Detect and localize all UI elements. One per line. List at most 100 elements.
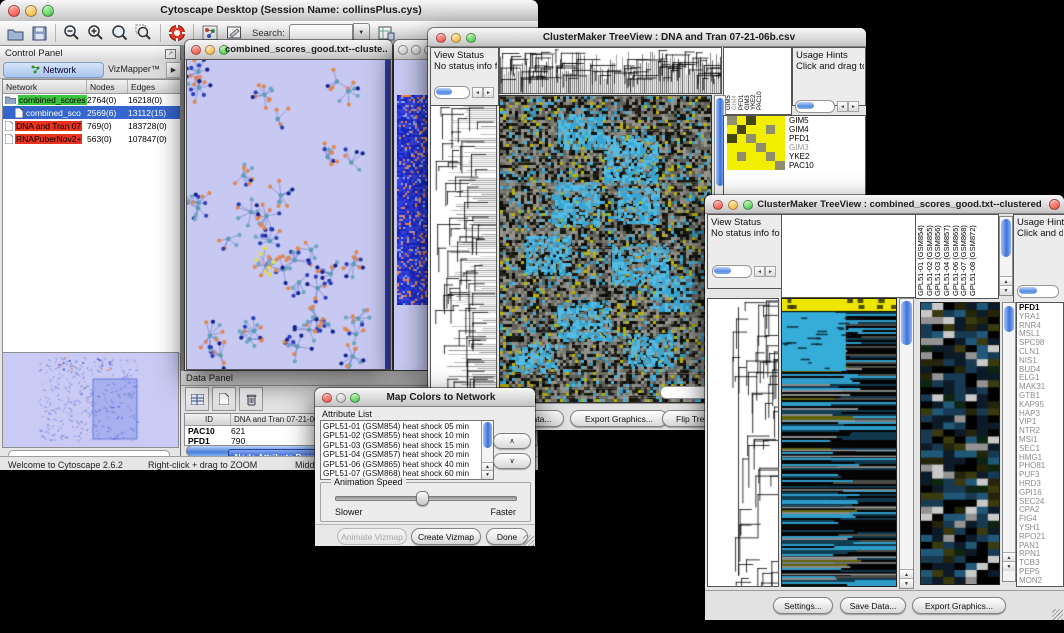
attribute-list-item[interactable]: GPL51-02 (GSM855) heat shock 10 min: [323, 431, 480, 440]
animate-vizmap-button[interactable]: Animate Vizmap: [337, 528, 407, 545]
tv2-usage-scrollbar[interactable]: [1017, 285, 1059, 298]
create-vizmap-button[interactable]: Create Vizmap: [411, 528, 481, 545]
zoom-fit-icon[interactable]: [109, 23, 131, 44]
animation-slider-thumb[interactable]: [416, 491, 429, 506]
minimize-light[interactable]: [25, 5, 37, 17]
close-light[interactable]: [436, 33, 446, 43]
treeview2-titlebar[interactable]: ClusterMaker TreeView : combined_scores_…: [705, 195, 1064, 214]
column-header-edges[interactable]: Edges: [128, 80, 180, 93]
tv1-zoom-matrix[interactable]: [727, 116, 785, 170]
new-attribute-icon[interactable]: [212, 387, 236, 411]
scroll-left-icon[interactable]: ◄: [472, 87, 483, 98]
tv1-row-dendrogram-canvas[interactable]: [431, 106, 496, 402]
close-light[interactable]: [713, 200, 723, 210]
view-status-scrollbar[interactable]: ◄►: [434, 86, 494, 99]
settings-button[interactable]: Settings...: [773, 597, 833, 614]
main-titlebar[interactable]: Cytoscape Desktop (Session Name: collins…: [0, 0, 538, 22]
tv1-column-dendrogram-canvas[interactable]: [500, 48, 721, 93]
zoom-out-icon[interactable]: [61, 23, 83, 44]
minimize-light[interactable]: [728, 200, 738, 210]
attribute-list-vscrollbar[interactable]: ▲ ▼: [481, 421, 493, 479]
network-row-combined-scores[interactable]: combined_scores 2764(0) 16218(0): [3, 93, 180, 106]
scrollbar-thumb[interactable]: [901, 301, 912, 345]
scroll-left-icon[interactable]: ◄: [754, 266, 765, 277]
float-panel-icon[interactable]: ↗: [165, 49, 176, 59]
attribute-list-item[interactable]: GPL51-06 (GSM865) heat shock 40 min: [323, 460, 480, 469]
delete-attribute-trash-icon[interactable]: [239, 387, 263, 411]
dialog-titlebar[interactable]: Map Colors to Network: [315, 388, 535, 407]
minimize-light[interactable]: [205, 45, 215, 55]
scroll-down-icon[interactable]: ▼: [1003, 561, 1015, 571]
export-graphics-button[interactable]: Export Graphics...: [570, 410, 668, 427]
network-view-vscrollbar[interactable]: [385, 60, 390, 369]
attribute-select-icon[interactable]: [185, 387, 209, 411]
column-header-nodes[interactable]: Nodes: [87, 80, 128, 93]
scroll-right-icon[interactable]: ►: [483, 87, 494, 98]
treeview1-titlebar[interactable]: ClusterMaker TreeView : DNA and Tran 07-…: [428, 28, 866, 47]
scroll-right-icon[interactable]: ►: [765, 266, 776, 277]
done-button[interactable]: Done: [486, 528, 528, 545]
scroll-left-icon[interactable]: ◄: [837, 101, 848, 112]
network-row-rnapuber[interactable]: RNAPuberNov2+ 563(0) 107847(0): [3, 132, 180, 145]
dense-network-canvas[interactable]: [397, 95, 428, 305]
network-row-selected[interactable]: combined_sco 2569(6) 13112(15): [3, 106, 180, 119]
attribute-list-item[interactable]: GPL51-03 (GSM856) heat shock 15 min: [323, 441, 480, 450]
zoom-light[interactable]: [466, 33, 476, 43]
attribute-list-item[interactable]: GPL51-01 (GSM854) heat shock 05 min: [323, 422, 480, 431]
close-light[interactable]: [191, 45, 201, 55]
zoom-in-icon[interactable]: [85, 23, 107, 44]
resize-grip[interactable]: [523, 535, 534, 546]
gene-label[interactable]: MON2: [1019, 577, 1045, 586]
tv2-top-vscrollbar[interactable]: ▲ ▼: [999, 216, 1013, 296]
resize-grip[interactable]: [1052, 609, 1063, 620]
scroll-down-icon[interactable]: ▼: [900, 578, 913, 588]
matrix-cell: [727, 152, 737, 161]
view-status-scrollbar[interactable]: ◄►: [712, 265, 776, 278]
minimize-light[interactable]: [411, 45, 421, 55]
save-data-button[interactable]: Save Data...: [840, 597, 906, 614]
scrollbar-thumb[interactable]: [1004, 306, 1014, 332]
background-network-titlebar[interactable]: [394, 40, 428, 60]
column-header-id[interactable]: ID: [185, 414, 231, 425]
scroll-down-icon[interactable]: ▼: [1000, 285, 1012, 295]
network-overview-canvas[interactable]: [3, 353, 178, 447]
save-icon[interactable]: [28, 23, 50, 44]
open-icon[interactable]: [4, 23, 26, 44]
scroll-down-icon[interactable]: ▼: [482, 470, 493, 479]
tv2-column-dendrogram-panel[interactable]: [781, 214, 916, 298]
zoom-light[interactable]: [42, 5, 54, 17]
network-row-dna-tran[interactable]: DNA and Tran 07 769(0) 183728(0): [3, 119, 180, 132]
zoom-selected-icon[interactable]: [133, 23, 155, 44]
move-down-button[interactable]: ∨: [493, 453, 531, 469]
window-lights: [8, 5, 54, 17]
scrollbar-thumb[interactable]: [483, 422, 492, 448]
tv1-heatmap-canvas[interactable]: [500, 96, 711, 402]
export-graphics-button[interactable]: Export Graphics...: [912, 597, 1006, 614]
column-header-network[interactable]: Network: [3, 80, 87, 93]
minimize-light[interactable]: [451, 33, 461, 43]
tv2-zoom-vscrollbar[interactable]: ▲ ▼: [1002, 302, 1016, 582]
tv2-zoom-heatmap-canvas[interactable]: [921, 303, 999, 584]
attribute-listbox[interactable]: GPL51-01 (GSM854) heat shock 05 minGPL51…: [320, 420, 494, 480]
tv2-heatmap-canvas[interactable]: [782, 299, 896, 586]
matrix-cell: [775, 116, 785, 125]
scroll-right-icon[interactable]: ►: [848, 101, 859, 112]
tv2-gene-list[interactable]: PFD1YRA1RNR4MSL1SPC98CLN1NIS1BUD4ELG1MAK…: [1019, 304, 1045, 586]
close-light[interactable]: [322, 393, 332, 403]
attribute-list-item[interactable]: GPL51-04 (GSM857) heat shock 20 min: [323, 450, 480, 459]
tab-network[interactable]: Network: [3, 62, 104, 78]
help-lifering-icon[interactable]: [166, 23, 188, 44]
network-view-titlebar[interactable]: combined_scores_good.txt--cluste...: [185, 40, 392, 60]
tv2-row-dendrogram-canvas[interactable]: [708, 299, 778, 586]
tv2-main-vscrollbar[interactable]: ▲ ▼: [899, 298, 914, 589]
close-light[interactable]: [398, 45, 408, 55]
scrollbar-thumb[interactable]: [1001, 219, 1011, 257]
tab-vizmapper[interactable]: VizMapper™: [104, 62, 164, 76]
move-up-button[interactable]: ∧: [493, 433, 531, 449]
minimize-light[interactable]: [336, 393, 346, 403]
document-icon: [15, 108, 23, 118]
close-light[interactable]: [8, 5, 20, 17]
network-view-canvas[interactable]: [187, 60, 390, 369]
tv1-usage-scrollbar[interactable]: ◄►: [795, 100, 859, 113]
tabs-more-button[interactable]: ▶: [166, 62, 181, 78]
